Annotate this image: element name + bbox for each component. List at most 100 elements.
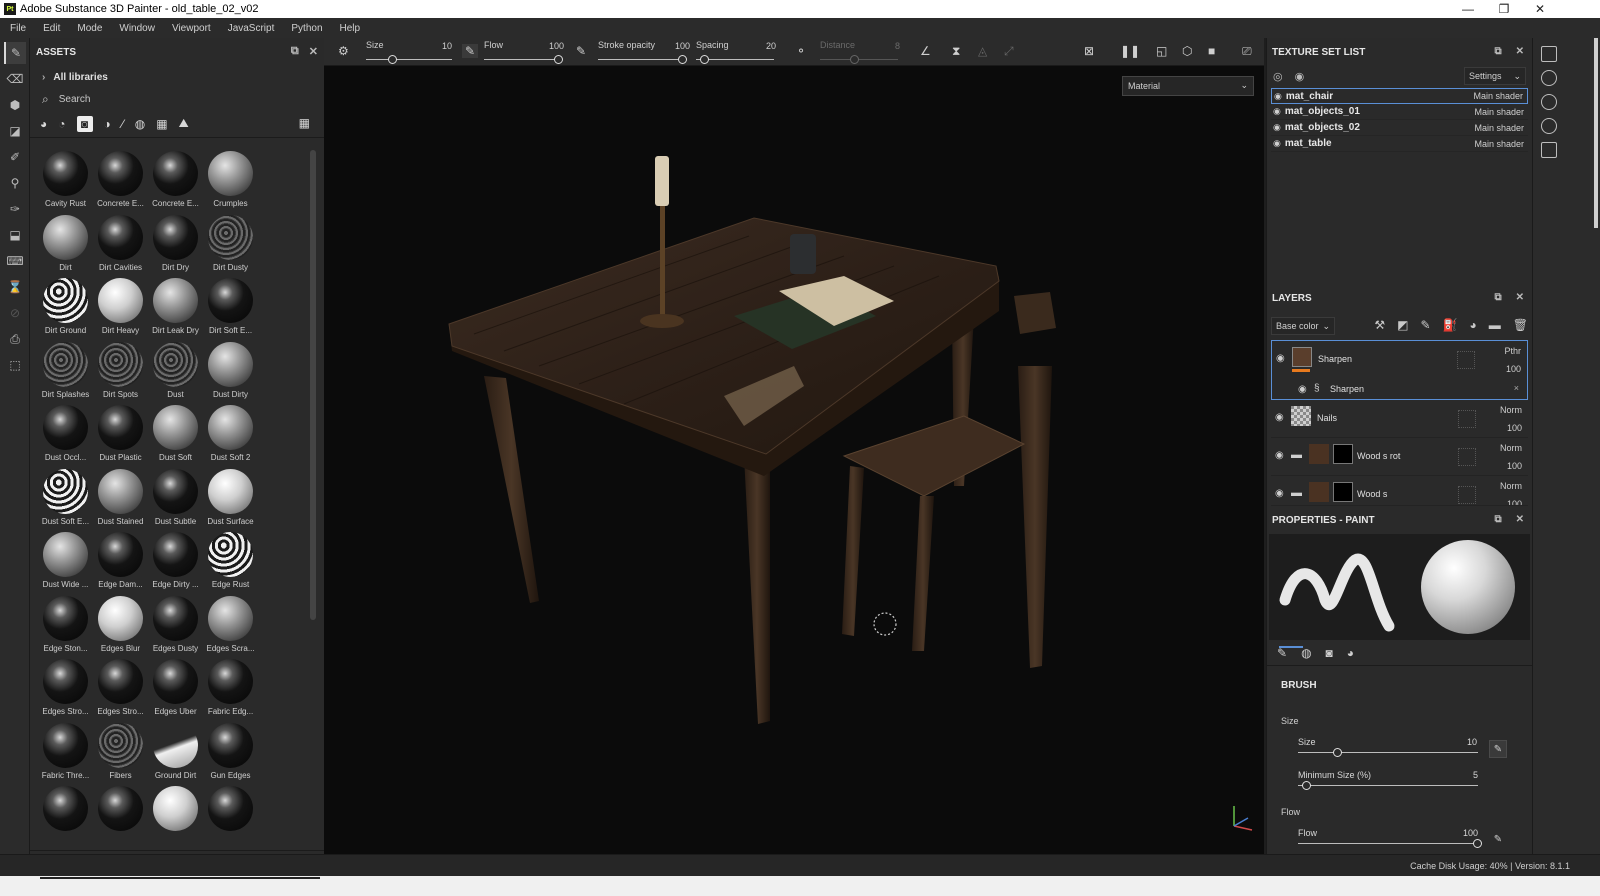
asset-item[interactable]: Dust: [148, 341, 203, 405]
asset-item[interactable]: Edge Ston...: [38, 595, 93, 659]
paint-brush-tool-icon[interactable]: ✎: [4, 42, 26, 64]
texture-set-row[interactable]: ◉ mat_table Main shader: [1271, 136, 1528, 152]
asset-item[interactable]: Dust Wide ...: [38, 531, 93, 595]
asset-item[interactable]: Edges Stro...: [38, 658, 93, 722]
minimize-button[interactable]: —: [1450, 0, 1486, 18]
lazy-mouse-icon[interactable]: ⚬: [796, 44, 806, 58]
undock-icon[interactable]: ⧉: [1494, 292, 1501, 303]
eye-icon[interactable]: ◉: [1273, 106, 1281, 117]
remove-effect-icon[interactable]: ×: [1514, 383, 1519, 393]
layer-effect-row[interactable]: ◉ § Sharpen ×: [1271, 378, 1528, 400]
add-mask-icon[interactable]: ◩: [1397, 318, 1408, 332]
asset-item[interactable]: Edge Dam...: [93, 531, 148, 595]
layer-name[interactable]: Wood s rot: [1357, 451, 1400, 461]
layer-opacity[interactable]: 100: [1507, 499, 1522, 505]
assets-scrollbar[interactable]: [310, 150, 316, 620]
undock-icon[interactable]: ⧉: [291, 45, 299, 58]
screenshot-camera-icon[interactable]: ⎚: [1242, 44, 1252, 59]
annotate-tool-icon[interactable]: ⌨: [4, 250, 26, 272]
layer-blend-mode[interactable]: Pthr: [1504, 346, 1521, 356]
menu-javascript[interactable]: JavaScript: [222, 23, 281, 34]
color-picker-tool-icon[interactable]: ✑: [4, 198, 26, 220]
asset-item[interactable]: Edge Dirty ...: [148, 531, 203, 595]
scene-tool-icon[interactable]: ⬚: [4, 354, 26, 376]
undock-icon[interactable]: ⧉: [1494, 514, 1501, 525]
menu-python[interactable]: Python: [285, 23, 328, 34]
asset-item[interactable]: Edges Uber: [148, 658, 203, 722]
add-paint-layer-icon[interactable]: ✎: [1421, 318, 1431, 332]
close-panel-icon[interactable]: ✕: [309, 45, 318, 58]
viewport-mode-select[interactable]: Material ⌄: [1122, 76, 1254, 96]
eye-icon[interactable]: ◉: [1275, 412, 1284, 423]
asset-item[interactable]: Dirt Dusty: [203, 214, 258, 278]
texture-set-shader[interactable]: Main shader: [1474, 107, 1524, 117]
asset-item[interactable]: [203, 785, 258, 840]
asset-item[interactable]: Concrete E...: [148, 150, 203, 214]
asset-item[interactable]: Dust Subtle: [148, 468, 203, 532]
channel-select[interactable]: Base color ⌄: [1271, 317, 1335, 335]
history-icon[interactable]: [1541, 118, 1557, 134]
asset-item[interactable]: Dust Dirty: [203, 341, 258, 405]
distance-knob[interactable]: [850, 55, 859, 64]
log-icon[interactable]: [1541, 142, 1557, 158]
stroke-opacity-slider[interactable]: Stroke opacity 100: [598, 38, 690, 66]
asset-item[interactable]: Dust Soft E...: [38, 468, 93, 532]
brush-size-value[interactable]: 10: [1467, 737, 1477, 747]
filter-smart-materials-icon[interactable]: ◔: [58, 117, 65, 131]
asset-item[interactable]: Dust Occl...: [38, 404, 93, 468]
grid-view-icon[interactable]: ▦: [299, 116, 310, 130]
window-scrollbar[interactable]: [1594, 38, 1598, 228]
texture-set-row[interactable]: ◉ mat_objects_02 Main shader: [1271, 120, 1528, 136]
distance-slider[interactable]: Distance 8: [820, 38, 900, 66]
filter-brushes-icon[interactable]: ⁄: [122, 117, 124, 131]
polygon-fill-tool-icon[interactable]: ◪: [4, 120, 26, 142]
asset-item[interactable]: Dust Soft 2: [203, 404, 258, 468]
asset-item[interactable]: [148, 785, 203, 840]
add-effect-icon[interactable]: ⚒: [1374, 318, 1385, 332]
camera-mode-icon[interactable]: ◱: [1156, 44, 1167, 58]
3d-viewport[interactable]: Material ⌄: [324, 66, 1264, 854]
asset-item[interactable]: Dust Plastic: [93, 404, 148, 468]
asset-item[interactable]: Dirt Dry: [148, 214, 203, 278]
eye-icon[interactable]: ◉: [1298, 384, 1307, 395]
asset-item[interactable]: Edges Scra...: [203, 595, 258, 659]
filter-environments-icon[interactable]: ⛰: [179, 116, 189, 131]
asset-item[interactable]: Fabric Thre...: [38, 722, 93, 786]
asset-item[interactable]: Crumples: [203, 150, 258, 214]
asset-item[interactable]: Edges Stro...: [93, 658, 148, 722]
layer-blend-mode[interactable]: Norm: [1500, 443, 1522, 453]
layer-row[interactable]: ◉ ▬ Wood s Norm 100: [1271, 476, 1528, 506]
asset-item[interactable]: Dirt Leak Dry: [148, 277, 203, 341]
layer-blend-mode[interactable]: Norm: [1500, 481, 1522, 491]
eye-icon[interactable]: ◉: [1275, 450, 1284, 461]
texture-set-shader[interactable]: Main shader: [1474, 123, 1524, 133]
transform-icon[interactable]: ⤢: [1004, 44, 1014, 59]
maximize-button[interactable]: ❐: [1486, 0, 1522, 18]
menu-file[interactable]: File: [4, 23, 32, 34]
delete-layer-icon[interactable]: 🗑: [1513, 318, 1528, 332]
asset-item[interactable]: Concrete E...: [93, 150, 148, 214]
visibility-toggle-icon[interactable]: ◎: [1273, 70, 1283, 83]
layers-dock-icon[interactable]: [1541, 46, 1557, 62]
close-panel-icon[interactable]: ✕: [1516, 46, 1524, 57]
spacing-knob[interactable]: [700, 55, 709, 64]
layer-row[interactable]: ◉ Sharpen Pthr 100: [1271, 340, 1528, 378]
symmetry-mirror-icon[interactable]: ◬: [978, 44, 987, 58]
shader-settings-icon[interactable]: [1541, 94, 1557, 110]
flow-pen-pressure-icon[interactable]: ✎: [576, 44, 586, 58]
clone-tool-icon[interactable]: ⚲: [4, 172, 26, 194]
flow-pen-pressure-icon[interactable]: ✎: [1489, 830, 1507, 848]
filter-smart-masks-icon[interactable]: ◙: [76, 115, 93, 132]
export-tool-icon[interactable]: ⎙: [4, 328, 26, 350]
texture-set-row[interactable]: ◉ mat_chair Main shader: [1271, 88, 1528, 104]
add-fill-layer-icon[interactable]: ⛽: [1443, 318, 1458, 332]
asset-item[interactable]: [93, 785, 148, 840]
asset-item[interactable]: Edges Blur: [93, 595, 148, 659]
spacing-slider[interactable]: Spacing 20: [696, 38, 776, 66]
asset-item[interactable]: [38, 785, 93, 840]
display-settings-icon[interactable]: [1541, 70, 1557, 86]
layer-name[interactable]: Sharpen: [1318, 354, 1352, 364]
layer-mask-slot[interactable]: [1458, 448, 1476, 466]
flow-knob[interactable]: [554, 55, 563, 64]
filter-alphas-icon[interactable]: ◍: [135, 117, 145, 131]
